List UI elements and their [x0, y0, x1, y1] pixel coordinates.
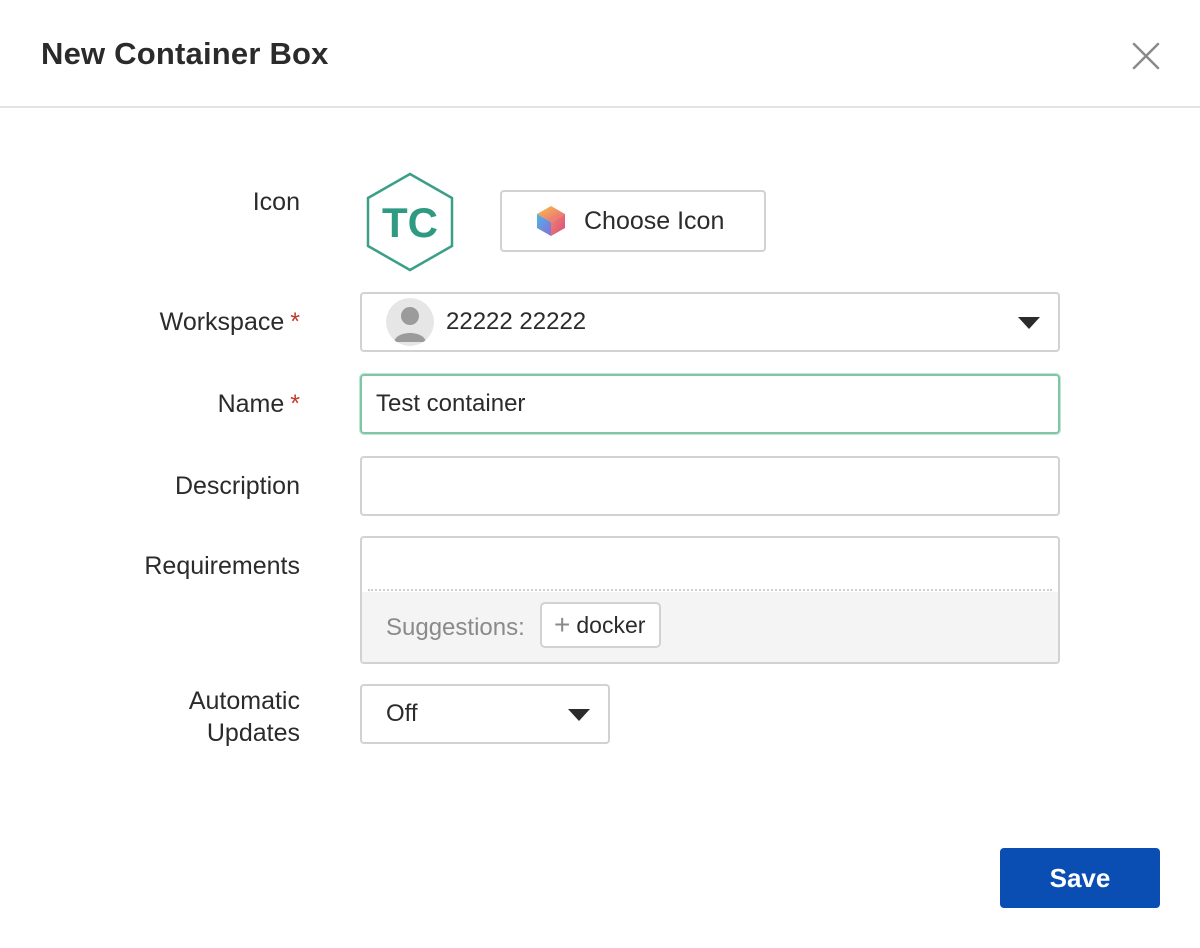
description-label: Description [175, 472, 300, 501]
icon-initials: TC [382, 199, 438, 246]
name-input[interactable] [360, 374, 1060, 434]
automatic-updates-select[interactable]: Off [360, 684, 610, 744]
suggestions-area: Suggestions: + docker [362, 592, 1058, 662]
requirements-field: Suggestions: + docker [360, 536, 1060, 664]
automatic-updates-selected-value: Off [386, 700, 418, 727]
automatic-updates-label: Automatic Updates [189, 685, 300, 749]
dialog-header: New Container Box [0, 0, 1200, 108]
close-button[interactable] [1128, 38, 1164, 74]
automatic-updates-label-line1: Automatic [188, 687, 300, 715]
new-container-dialog: New Container Box Icon TC Choose Icon Wo… [0, 0, 1200, 948]
choose-icon-button[interactable]: Choose Icon [500, 190, 766, 252]
required-marker: * [290, 308, 300, 336]
description-label-text: Description [174, 472, 300, 500]
close-icon [1132, 42, 1160, 70]
automatic-updates-label-line2: Updates [206, 719, 300, 747]
dialog-title: New Container Box [41, 36, 329, 71]
cube-icon [537, 206, 565, 236]
workspace-selected-value: 22222 22222 [446, 308, 587, 335]
icon-label-text: Icon [252, 188, 300, 216]
container-icon-preview: TC [360, 172, 460, 272]
user-avatar-icon [386, 298, 434, 346]
chevron-down-icon [1018, 317, 1040, 329]
plus-icon: + [554, 609, 571, 640]
requirements-input[interactable] [362, 538, 1058, 588]
suggestion-chip-docker[interactable]: + docker [540, 602, 662, 648]
required-marker: * [290, 390, 300, 418]
workspace-label: Workspace * [160, 308, 300, 337]
choose-icon-label: Choose Icon [584, 206, 725, 235]
description-input[interactable] [360, 456, 1060, 516]
save-button[interactable]: Save [1000, 848, 1160, 908]
name-label: Name * [218, 390, 300, 419]
requirements-label-text: Requirements [144, 552, 300, 580]
workspace-label-text: Workspace [159, 308, 285, 336]
suggestions-label: Suggestions: [386, 614, 525, 641]
icon-label: Icon [253, 188, 300, 217]
suggestion-chip-label: docker [576, 611, 646, 638]
workspace-select[interactable]: 22222 22222 [360, 292, 1060, 352]
chevron-down-icon [568, 709, 590, 721]
name-label-text: Name [217, 390, 285, 418]
hexagon-icon: TC [366, 172, 454, 272]
requirements-label: Requirements [144, 552, 300, 581]
divider [368, 589, 1052, 591]
